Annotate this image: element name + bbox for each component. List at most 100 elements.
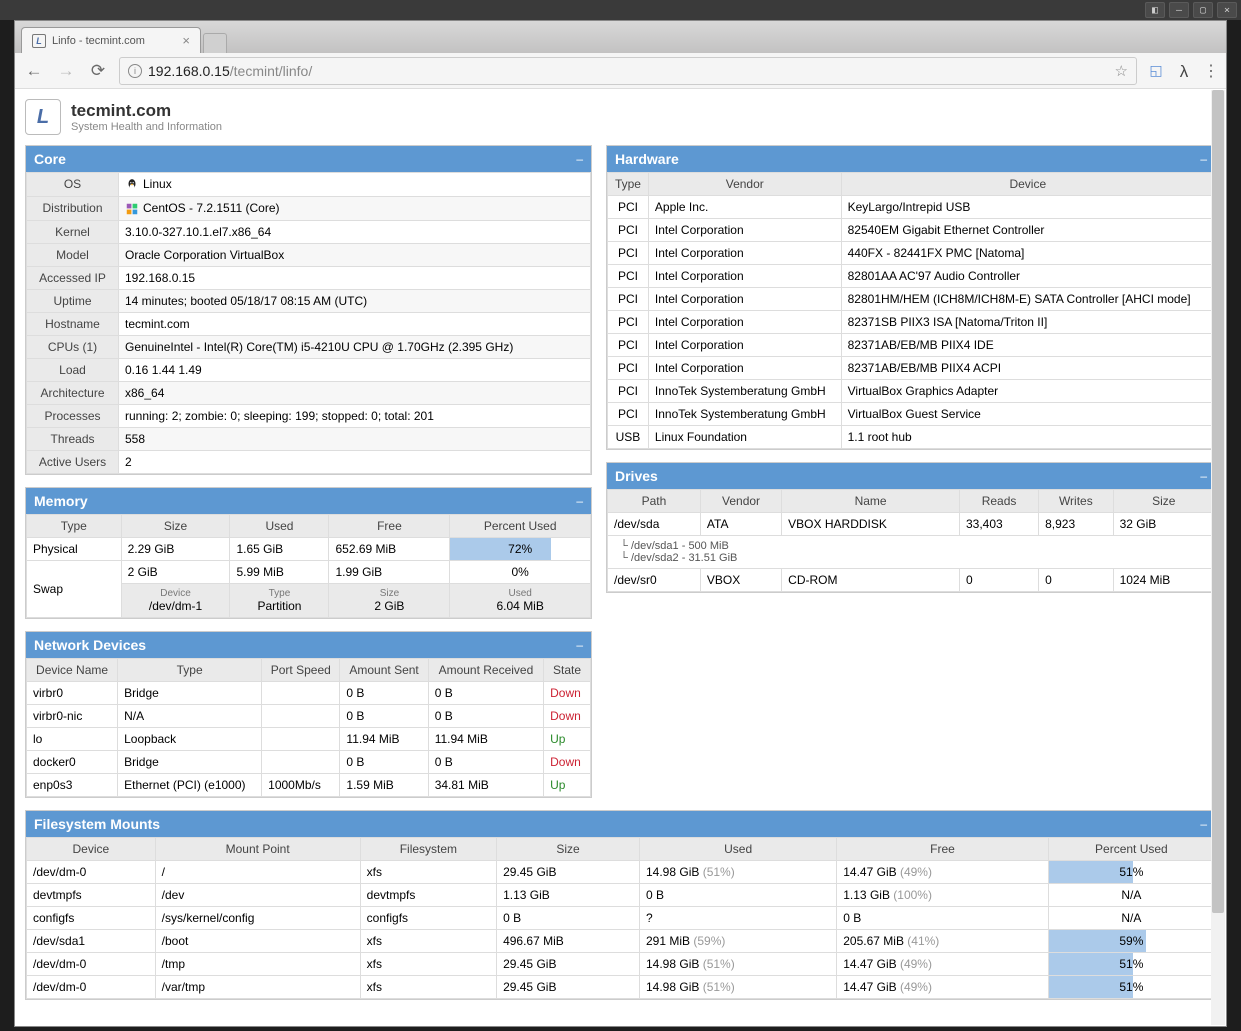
core-key: Hostname: [27, 312, 119, 335]
hw-device: 82540EM Gigabit Ethernet Controller: [841, 219, 1214, 242]
back-button[interactable]: ←: [23, 61, 45, 81]
net-type: Bridge: [118, 681, 262, 704]
net-sent: 0 B: [340, 704, 428, 727]
net-type: Bridge: [118, 750, 262, 773]
table-row: PCIIntel Corporation82801HM/HEM (ICH8M/I…: [608, 288, 1215, 311]
extension-icon[interactable]: ◱: [1147, 62, 1165, 80]
network-panel-header[interactable]: Network Devices –: [26, 632, 591, 658]
table-row: Processesrunning: 2; zombie: 0; sleeping…: [27, 404, 591, 427]
swap-detail: Device/dev/dm-1: [121, 583, 230, 617]
hw-type: PCI: [608, 311, 649, 334]
desktop-titlebar: ◧ — ▢ ×: [0, 0, 1241, 20]
net-state: Up: [544, 727, 591, 750]
page-viewport[interactable]: L tecmint.com System Health and Informat…: [15, 89, 1226, 1026]
table-row: PCIInnoTek Systemberatung GmbHVirtualBox…: [608, 403, 1215, 426]
table-row: /dev/sr0VBOXCD-ROM001024 MiB: [608, 569, 1215, 592]
core-value: 192.168.0.15: [119, 266, 591, 289]
column-header: Device: [841, 173, 1214, 196]
forward-button[interactable]: →: [55, 61, 77, 81]
tab-strip: L Linfo - tecmint.com ×: [15, 21, 1226, 53]
net-speed: 1000Mb/s: [262, 773, 340, 796]
fs-free: 0 B: [837, 906, 1048, 929]
site-info-icon[interactable]: i: [128, 64, 142, 78]
browser-menu-button[interactable]: ⋮: [1203, 61, 1218, 81]
mem-size: 2.29 GiB: [121, 537, 230, 560]
fs-size: 29.45 GiB: [497, 975, 640, 998]
collapse-icon[interactable]: –: [576, 638, 583, 652]
fs-free: 1.13 GiB (100%): [837, 883, 1048, 906]
fs-mount: /: [155, 860, 360, 883]
mem-pct: 0%: [450, 560, 591, 583]
fs-mount: /var/tmp: [155, 975, 360, 998]
core-key: Architecture: [27, 381, 119, 404]
fs-free: 205.67 MiB (41%): [837, 929, 1048, 952]
mem-size: 2 GiB: [121, 560, 230, 583]
hw-device: 1.1 root hub: [841, 426, 1214, 449]
core-value: 0.16 1.44 1.49: [119, 358, 591, 381]
memory-panel: Memory – TypeSizeUsedFreePercent UsedPhy…: [25, 487, 592, 619]
collapse-icon[interactable]: –: [576, 152, 583, 166]
fs-device: /dev/dm-0: [27, 975, 156, 998]
filesystem-panel-header[interactable]: Filesystem Mounts –: [26, 811, 1215, 837]
column-header: Filesystem: [360, 837, 496, 860]
collapse-icon[interactable]: –: [1200, 469, 1207, 483]
extension-lambda-icon[interactable]: λ: [1175, 62, 1193, 80]
collapse-icon[interactable]: –: [1200, 817, 1207, 831]
filesystem-table: DeviceMount PointFilesystemSizeUsedFreeP…: [26, 837, 1215, 999]
drive-partitions-row: └ /dev/sda1 - 500 MiB └ /dev/sda2 - 31.5…: [608, 536, 1215, 569]
drive-partitions: └ /dev/sda1 - 500 MiB └ /dev/sda2 - 31.5…: [608, 536, 1215, 569]
fs-type: xfs: [360, 929, 496, 952]
minimize-button[interactable]: —: [1169, 2, 1189, 18]
hw-type: USB: [608, 426, 649, 449]
net-sent: 11.94 MiB: [340, 727, 428, 750]
reload-button[interactable]: ⟳: [87, 61, 109, 81]
table-row: virbr0Bridge0 B0 BDown: [27, 681, 591, 704]
close-window-button[interactable]: ×: [1217, 2, 1237, 18]
maximize-button[interactable]: ▢: [1193, 2, 1213, 18]
net-state: Down: [544, 704, 591, 727]
fs-type: devtmpfs: [360, 883, 496, 906]
hardware-panel-header[interactable]: Hardware –: [607, 146, 1215, 172]
drive-name: CD-ROM: [782, 569, 960, 592]
browser-tab[interactable]: L Linfo - tecmint.com ×: [21, 27, 201, 53]
column-header: Vendor: [700, 490, 781, 513]
hw-type: PCI: [608, 265, 649, 288]
user-icon[interactable]: ◧: [1145, 2, 1165, 18]
address-bar[interactable]: i 192.168.0.15/tecmint/linfo/ ☆: [119, 57, 1137, 85]
table-row: configfs/sys/kernel/configconfigfs0 B? 0…: [27, 906, 1215, 929]
swap-detail: TypePartition: [230, 583, 329, 617]
table-row: USBLinux Foundation1.1 root hub: [608, 426, 1215, 449]
core-key: Model: [27, 243, 119, 266]
table-row: devtmpfs/devdevtmpfs1.13 GiB0 B 1.13 GiB…: [27, 883, 1215, 906]
net-name: enp0s3: [27, 773, 118, 796]
net-sent: 0 B: [340, 681, 428, 704]
fs-used: 14.98 GiB (51%): [640, 952, 837, 975]
collapse-icon[interactable]: –: [576, 494, 583, 508]
core-panel-header[interactable]: Core –: [26, 146, 591, 172]
collapse-icon[interactable]: –: [1200, 152, 1207, 166]
fs-device: devtmpfs: [27, 883, 156, 906]
bookmark-star-icon[interactable]: ☆: [1115, 62, 1128, 80]
core-key: Distribution: [27, 196, 119, 220]
drive-vendor: ATA: [700, 513, 781, 536]
net-speed: [262, 681, 340, 704]
memory-panel-header[interactable]: Memory –: [26, 488, 591, 514]
table-row: loLoopback11.94 MiB11.94 MiBUp: [27, 727, 591, 750]
drives-panel-header[interactable]: Drives –: [607, 463, 1215, 489]
nav-bar: ← → ⟳ i 192.168.0.15/tecmint/linfo/ ☆ ◱ …: [15, 53, 1226, 89]
core-key: CPUs (1): [27, 335, 119, 358]
hw-device: 82371SB PIIX3 ISA [Natoma/Triton II]: [841, 311, 1214, 334]
scrollbar-thumb[interactable]: [1212, 90, 1224, 913]
column-header: Reads: [959, 490, 1038, 513]
hw-vendor: Intel Corporation: [648, 357, 841, 380]
page-subtitle: System Health and Information: [71, 121, 222, 133]
table-row: enp0s3Ethernet (PCI) (e1000)1000Mb/s1.59…: [27, 773, 591, 796]
table-row: PCIIntel Corporation82371AB/EB/MB PIIX4 …: [608, 334, 1215, 357]
fs-pct: 51%: [1048, 975, 1214, 998]
table-row: PCIIntel Corporation82371AB/EB/MB PIIX4 …: [608, 357, 1215, 380]
scrollbar[interactable]: [1211, 90, 1225, 1025]
new-tab-button[interactable]: [203, 33, 227, 53]
linux-icon: [125, 178, 139, 192]
net-state: Down: [544, 681, 591, 704]
close-tab-icon[interactable]: ×: [182, 33, 190, 48]
